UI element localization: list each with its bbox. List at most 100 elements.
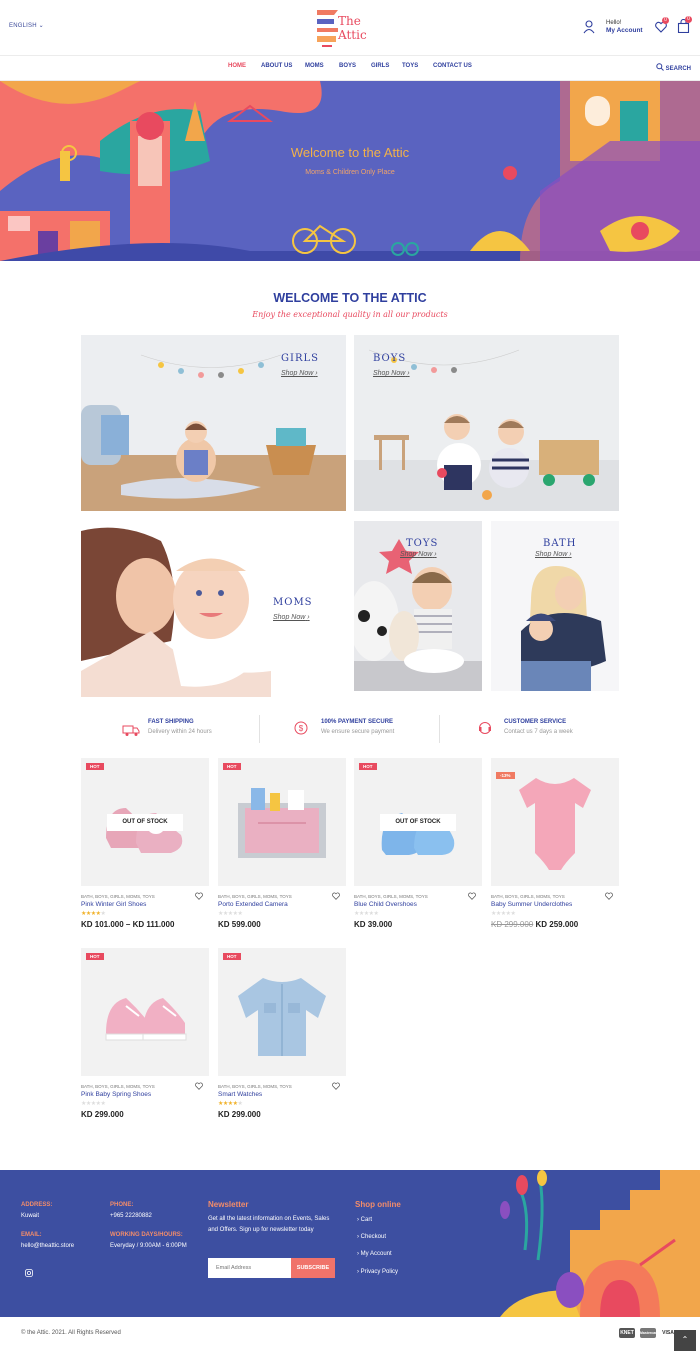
language-selector[interactable]: ENGLISH ⌄ [9, 22, 44, 29]
feature-service-title: CUSTOMER SERVICE [504, 719, 567, 725]
knet-icon: KNET [619, 1328, 635, 1338]
category-girls[interactable]: GIRLS Shop Now › [81, 335, 346, 511]
category-bath[interactable]: BATH Shop Now › [491, 521, 619, 691]
product-name[interactable]: Baby Summer Underclothes [491, 901, 572, 908]
product-image[interactable]: HOT OUT OF STOCK [354, 758, 482, 886]
logo-text-the: The Attic [338, 14, 367, 42]
email-label: EMAIL: [21, 1232, 42, 1238]
category-boys[interactable]: BOYS Shop Now › [354, 335, 619, 511]
nav-contact-us[interactable]: CONTACT US [433, 63, 472, 69]
feature-divider [439, 715, 440, 743]
nav-toys[interactable]: TOYS [402, 63, 418, 69]
category-toys[interactable]: TOYS Shop Now › [354, 521, 482, 691]
category-boys-label: BOYS [373, 353, 407, 364]
mastercard-icon: Mastercard [640, 1328, 659, 1338]
product-name[interactable]: Porto Extended Camera [218, 901, 288, 908]
heart-icon[interactable] [332, 892, 340, 900]
nav-girls[interactable]: GIRLS [371, 63, 389, 69]
category-bath-label: BATH [543, 538, 577, 549]
product-image[interactable]: HOT [81, 948, 209, 1076]
product-image[interactable]: HOT OUT OF STOCK [81, 758, 209, 886]
account-label: My Account [606, 27, 643, 34]
heart-icon[interactable] [468, 892, 476, 900]
category-toys-shop-now[interactable]: Shop Now › [400, 551, 437, 558]
scroll-to-top-button[interactable]: ⌃ [674, 1330, 696, 1351]
phone-value[interactable]: +965 22280882 [110, 1211, 152, 1222]
newsletter-title: Newsletter [208, 1200, 249, 1209]
category-girls-shop-now[interactable]: Shop Now › [281, 370, 318, 377]
bag-organizer-image [238, 788, 326, 858]
category-moms[interactable]: MOMS Shop Now › [81, 521, 346, 697]
feature-service-desc: Contact us 7 days a week [504, 729, 573, 735]
headset-icon [479, 722, 491, 734]
product-categories[interactable]: BATH, BOYS, GIRLS, MOMS, TOYS [81, 1084, 155, 1089]
product-price: KD 599.000 [218, 920, 261, 929]
search-button[interactable]: SEARCH [656, 63, 691, 72]
search-label: SEARCH [665, 66, 692, 72]
subscribe-button[interactable]: SUBSCRIBE [291, 1258, 335, 1278]
cart-button[interactable]: 0 [677, 16, 692, 34]
hot-badge: HOT [86, 763, 104, 770]
footer-illustration [500, 1170, 700, 1317]
chevron-right-icon: › [569, 551, 572, 558]
nav-about-us[interactable]: ABOUT US [261, 63, 292, 69]
nav-moms[interactable]: MOMS [305, 63, 324, 69]
product-categories[interactable]: BATH, BOYS, GIRLS, MOMS, TOYS [354, 894, 428, 899]
footer-link-cart[interactable]: › Cart [357, 1217, 372, 1223]
phone-label: PHONE: [110, 1202, 134, 1208]
product-categories[interactable]: BATH, BOYS, GIRLS, MOMS, TOYS [491, 894, 565, 899]
category-bath-shop-now[interactable]: Shop Now › [535, 551, 572, 558]
product-name[interactable]: Pink Winter Girl Shoes [81, 901, 146, 908]
hours-label: WORKING DAYS/HOURS: [110, 1232, 183, 1238]
email-value[interactable]: hello@theattic.store [21, 1241, 74, 1252]
visa-icon: VISA [662, 1330, 674, 1336]
dollar-icon: $ [294, 721, 308, 735]
heart-icon[interactable] [332, 1082, 340, 1090]
feature-payment-desc: We ensure secure payment [321, 729, 395, 735]
wishlist-button[interactable]: 0 [655, 17, 669, 33]
welcome-subtitle: Enjoy the exceptional quality in all our… [252, 310, 448, 319]
hot-badge: HOT [223, 953, 241, 960]
product-price: KD 299.000 KD 259.000 [491, 920, 578, 929]
rating-stars: ★★★★★ [354, 911, 379, 917]
discount-badge: -13% [496, 772, 515, 779]
user-icon [583, 20, 595, 34]
feature-divider [259, 715, 260, 743]
category-toys-label: TOYS [406, 538, 439, 549]
heart-icon[interactable] [195, 892, 203, 900]
footer-link-checkout[interactable]: › Checkout [357, 1234, 386, 1240]
features-bar: FAST SHIPPING Delivery within 24 hours $… [81, 715, 619, 745]
product-categories[interactable]: BATH, BOYS, GIRLS, MOMS, TOYS [218, 1084, 292, 1089]
truck-icon [122, 725, 140, 736]
heart-icon[interactable] [605, 892, 613, 900]
product-image[interactable]: HOT [218, 948, 346, 1076]
nav-home[interactable]: HOME [228, 63, 246, 69]
footer-link-my-account[interactable]: › My Account [357, 1251, 392, 1257]
product-image[interactable]: HOT [218, 758, 346, 886]
hero-title: Welcome to the Attic [290, 145, 410, 160]
category-moms-shop-now[interactable]: Shop Now › [273, 614, 310, 621]
newsletter-text: Get all the latest information on Events… [208, 1216, 330, 1233]
main-navigation: HOME ABOUT US MOMS BOYS GIRLS TOYS CONTA… [0, 56, 700, 80]
instagram-icon[interactable] [25, 1269, 33, 1277]
copyright-text: © the Attic. 2021. All Rights Reserved [21, 1330, 121, 1336]
chevron-up-icon: ⌃ [681, 1335, 689, 1344]
chevron-down-icon: ⌄ [38, 23, 44, 29]
nav-boys[interactable]: BOYS [339, 63, 356, 69]
heart-icon[interactable] [195, 1082, 203, 1090]
shop-online-title: Shop online [355, 1200, 401, 1209]
category-boys-shop-now[interactable]: Shop Now › [373, 370, 410, 377]
product-image[interactable]: -13% [491, 758, 619, 886]
product-name[interactable]: Pink Baby Spring Shoes [81, 1091, 151, 1098]
hot-badge: HOT [86, 953, 104, 960]
product-name[interactable]: Smart Watches [218, 1091, 262, 1098]
product-categories[interactable]: BATH, BOYS, GIRLS, MOMS, TOYS [81, 894, 155, 899]
feature-shipping-title: FAST SHIPPING [148, 719, 194, 725]
logo[interactable]: The Attic [314, 6, 390, 50]
old-price: KD 299.000 [491, 920, 534, 929]
product-name[interactable]: Blue Child Overshoes [354, 901, 417, 908]
sale-price: KD 259.000 [535, 920, 579, 929]
newsletter-email-input[interactable] [208, 1258, 291, 1278]
product-categories[interactable]: BATH, BOYS, GIRLS, MOMS, TOYS [218, 894, 292, 899]
footer-link-privacy-policy[interactable]: › Privacy Policy [357, 1269, 398, 1275]
